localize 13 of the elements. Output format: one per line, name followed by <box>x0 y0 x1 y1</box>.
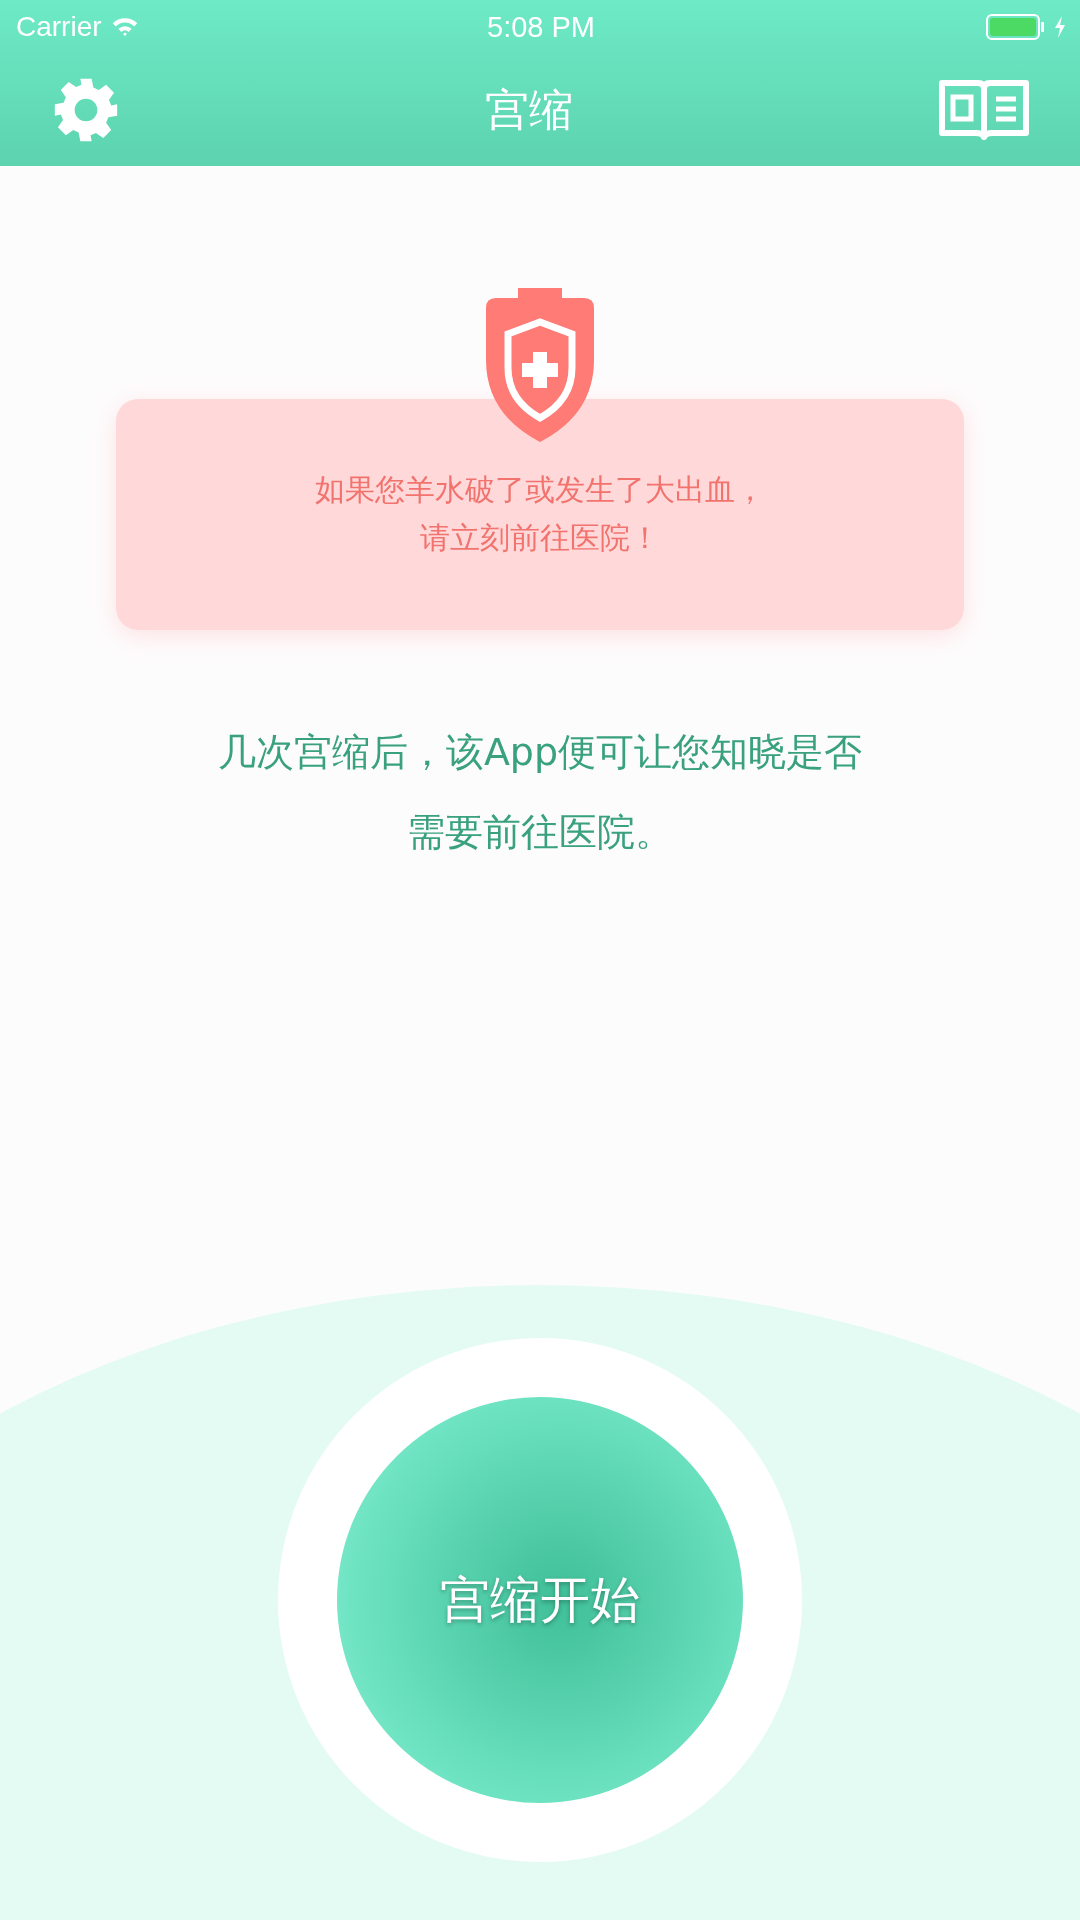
warning-text: 如果您羊水破了或发生了大出血， <box>315 471 765 509</box>
settings-icon[interactable] <box>52 76 120 144</box>
battery-icon <box>986 14 1046 40</box>
carrier-name: Carrier <box>16 11 102 43</box>
medical-shield-icon <box>484 288 596 444</box>
info-text: 需要前往医院。 <box>407 809 673 856</box>
warning-text: 请立刻前往医院！ <box>420 519 660 557</box>
info-text: 几次宫缩后，该App便可让您知晓是否 <box>217 729 863 776</box>
charging-icon <box>1054 16 1066 38</box>
nav-title: 宫缩 <box>485 82 573 137</box>
start-button[interactable]: 宫缩开始 <box>337 1397 743 1803</box>
status-time: 5:08 PM <box>487 10 595 44</box>
book-icon[interactable] <box>938 79 1030 141</box>
